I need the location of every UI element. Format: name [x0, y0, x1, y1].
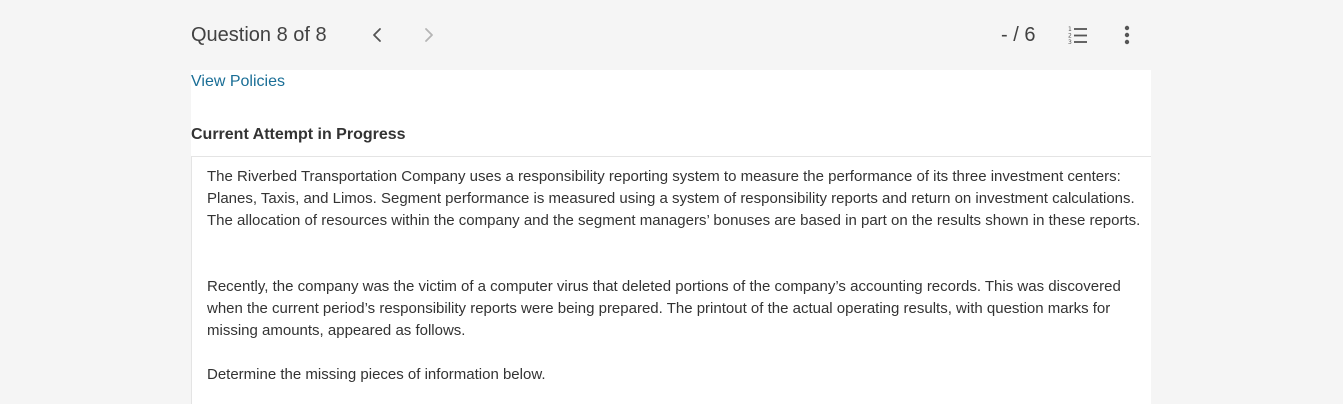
question-body: The Riverbed Transportation Company uses…	[191, 157, 1151, 404]
question-paragraph: The Riverbed Transportation Company uses…	[207, 168, 1141, 229]
question-header: Question 8 of 8 - / 6 1 2 3	[0, 0, 1343, 70]
more-options-button[interactable]	[1119, 23, 1135, 47]
chevron-right-icon	[425, 28, 433, 42]
view-policies-link[interactable]: View Policies	[191, 72, 285, 92]
more-vertical-icon	[1124, 25, 1130, 45]
question-panel: View Policies Current Attempt in Progres…	[191, 70, 1151, 404]
question-instruction: Determine the missing pieces of informat…	[207, 366, 546, 383]
question-score: - / 6	[1001, 24, 1036, 46]
question-paragraph: Recently, the company was the victim of …	[207, 278, 1121, 339]
next-question-button[interactable]	[418, 23, 440, 47]
chevron-left-icon	[373, 28, 381, 42]
attempt-heading: Current Attempt in Progress	[191, 126, 406, 143]
svg-text:3: 3	[1068, 39, 1072, 46]
question-list-button[interactable]: 1 2 3	[1067, 24, 1089, 46]
numbered-list-icon: 1 2 3	[1068, 26, 1087, 46]
previous-question-button[interactable]	[366, 23, 388, 47]
question-counter: Question 8 of 8	[191, 24, 327, 46]
